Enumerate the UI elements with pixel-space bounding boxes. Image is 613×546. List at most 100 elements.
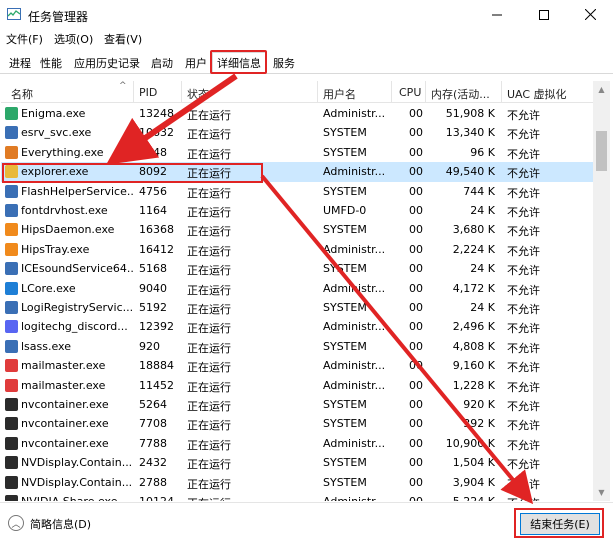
column-uac[interactable]: UAC 虚拟化 [507, 86, 567, 102]
tab-processes[interactable]: 进程 [4, 52, 36, 74]
process-memory: 392 K [463, 417, 495, 431]
process-uac: 不允许 [507, 147, 540, 161]
process-pid: 1164 [139, 204, 167, 217]
column-username[interactable]: 用户名 [323, 86, 356, 102]
process-memory: 51,908 K [445, 107, 495, 120]
vertical-scrollbar[interactable]: ▲ ▼ [593, 81, 610, 501]
table-row[interactable]: nvcontainer.exe 7708 正在运行 SYSTEM 00 392 K 不允许 [1, 414, 593, 433]
column-name[interactable]: 名称 [11, 86, 33, 102]
tab-startup[interactable]: 启动 [146, 52, 178, 74]
table-row[interactable]: HipsDaemon.exe 16368 正在运行 SYSTEM 00 3,680 K 不允… [1, 220, 593, 239]
tab-app-history[interactable]: 应用历史记录 [69, 52, 145, 74]
maximize-button[interactable] [521, 0, 567, 29]
process-user: SYSTEM [323, 339, 367, 353]
process-status: 正在运行 [187, 419, 231, 433]
column-cpu[interactable]: CPU [399, 86, 421, 99]
minimize-button[interactable] [474, 0, 520, 29]
process-name: HipsTray.exe [21, 242, 90, 256]
process-cpu: 00 [409, 436, 423, 450]
table-row[interactable]: FlashHelperService... 4756 正在运行 SYSTEM 00 744… [1, 182, 593, 201]
process-cpu: 00 [409, 126, 423, 140]
table-row[interactable]: lsass.exe 920 正在运行 SYSTEM 00 4,808 K 不允许 [1, 337, 593, 356]
process-user: SYSTEM [323, 262, 367, 276]
tab-users[interactable]: 用户 [180, 52, 212, 74]
table-row[interactable]: mailmaster.exe 18884 正在运行 Administr... 00 9,1… [1, 356, 593, 375]
process-uac: 不允许 [507, 264, 540, 278]
table-row[interactable]: NVDisplay.Contain... 2788 正在运行 SYSTEM 00 3,90… [1, 473, 593, 492]
table-row[interactable]: LCore.exe 9040 正在运行 Administr... 00 4,172 K 不允… [1, 279, 593, 298]
process-icon [5, 242, 18, 256]
process-cpu: 00 [409, 398, 423, 411]
process-pid: 13248 [139, 107, 174, 120]
table-row[interactable]: NVDisplay.Contain... 2432 正在运行 SYSTEM 00 1,50… [1, 453, 593, 472]
process-icon [5, 359, 18, 373]
scroll-up-icon[interactable]: ▲ [593, 81, 610, 98]
process-pid: 7708 [139, 417, 167, 431]
process-cpu: 00 [409, 301, 423, 314]
process-name: FlashHelperService... [21, 184, 133, 198]
table-row[interactable]: LogiRegistryServic... 5192 正在运行 SYSTEM 00 24 … [1, 298, 593, 317]
table-row[interactable]: nvcontainer.exe 5264 正在运行 SYSTEM 00 920 K 不允许 [1, 395, 593, 414]
scrollbar-thumb[interactable] [596, 131, 607, 171]
chevron-up-icon[interactable]: ︿ [8, 515, 24, 531]
process-cpu: 00 [409, 223, 423, 237]
menu-file[interactable]: 文件(F) [6, 31, 43, 47]
process-icon [5, 475, 18, 489]
process-status: 正在运行 [187, 495, 317, 501]
process-uac: 不允许 [507, 419, 540, 433]
process-memory: 1,504 K [452, 456, 495, 470]
process-pid: 10124 [139, 495, 181, 501]
process-icon [5, 301, 18, 314]
process-pid: 920 [139, 339, 160, 353]
table-row[interactable]: explorer.exe 8092 正在运行 Administr... 00 49,540… [1, 162, 593, 182]
process-user: SYSTEM [323, 301, 367, 314]
table-row[interactable]: esrv_svc.exe 10632 正在运行 SYSTEM 00 13,340 K 不允许 [1, 123, 593, 142]
table-row[interactable]: ICEsoundService64... 5168 正在运行 SYSTEM 00 24 K… [1, 259, 593, 278]
table-row[interactable]: logitechg_discord... 12392 正在运行 Administr..… [1, 317, 593, 336]
process-icon [5, 339, 18, 353]
process-uac: 不允许 [507, 167, 540, 181]
process-uac: 不允许 [507, 244, 540, 258]
process-cpu: 00 [409, 107, 423, 120]
process-name: mailmaster.exe [21, 378, 106, 392]
table-row[interactable]: fontdrvhost.exe 1164 正在运行 UMFD-0 00 24 K 不允许 [1, 201, 593, 220]
process-user: Administr... [323, 281, 386, 295]
process-status: 正在运行 [187, 264, 231, 278]
process-name: nvcontainer.exe [21, 417, 109, 431]
process-name: esrv_svc.exe [21, 126, 92, 140]
menu-options[interactable]: 选项(O) [54, 31, 93, 47]
column-memory[interactable]: 内存(活动... [431, 86, 490, 102]
process-cpu: 00 [409, 242, 423, 256]
table-row[interactable]: nvcontainer.exe 7788 正在运行 Administr... 00 10,… [1, 434, 593, 453]
menu-view[interactable]: 查看(V) [104, 31, 142, 47]
end-task-button[interactable]: 结束任务(E) [520, 513, 600, 535]
table-row[interactable]: mailmaster.exe 11452 正在运行 Administr... 00 1,2… [1, 376, 593, 395]
tab-details[interactable]: 详细信息 [212, 52, 266, 74]
process-user: Administr... [323, 359, 386, 373]
close-button[interactable] [567, 0, 613, 29]
process-memory: 744 K [463, 184, 495, 198]
tab-services[interactable]: 服务 [268, 52, 300, 74]
process-cpu: 00 [409, 378, 423, 392]
process-icon [5, 436, 18, 450]
process-memory: 13,340 K [445, 126, 495, 140]
process-memory: 96 K [470, 145, 495, 159]
process-name: nvcontainer.exe [21, 398, 109, 411]
table-row[interactable]: HipsTray.exe 16412 正在运行 Administr... 00 2,224… [1, 240, 593, 259]
process-status: 正在运行 [187, 206, 231, 219]
process-status: 正在运行 [187, 147, 231, 161]
column-pid[interactable]: PID [139, 86, 157, 99]
table-row[interactable]: Enigma.exe 13248 正在运行 Administr... 00 51,908 … [1, 104, 593, 123]
process-user: Administr... [323, 436, 386, 450]
process-name: LogiRegistryServic... [21, 301, 133, 314]
process-user: Administr... [323, 242, 386, 256]
table-row[interactable]: Everything.exe 4748 正在运行 SYSTEM 00 96 K 不允许 [1, 143, 593, 162]
process-user: SYSTEM [323, 145, 367, 159]
table-row[interactable]: NVIDIA Share.exe 10124 正在运行 Administr... 00 5… [1, 492, 593, 501]
fewer-details-link[interactable]: 简略信息(D) [30, 516, 91, 532]
process-name: lsass.exe [21, 339, 71, 353]
process-status: 正在运行 [187, 361, 231, 375]
scroll-down-icon[interactable]: ▼ [593, 484, 610, 501]
tab-performance[interactable]: 性能 [35, 52, 67, 74]
column-status[interactable]: 状态 [187, 86, 209, 102]
